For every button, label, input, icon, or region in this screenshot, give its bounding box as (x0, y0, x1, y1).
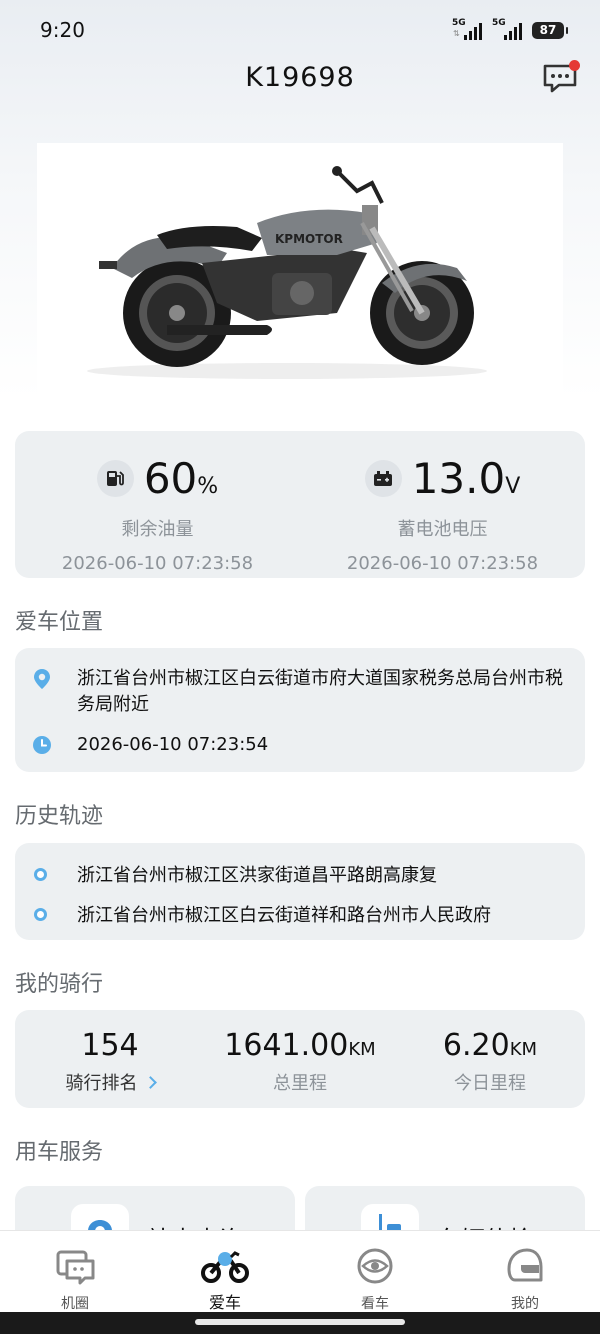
fuel-icon (96, 459, 134, 497)
ride-card: 154 骑行排名 1641.00KM 总里程 6.20KM 今日里程 (15, 1010, 585, 1108)
profile-helmet-icon (507, 1248, 543, 1282)
nav-tab-my-bike[interactable]: 爱车 (150, 1231, 300, 1313)
nav-tab-browse[interactable]: 看车 (300, 1231, 450, 1313)
nav-label: 爱车 (208, 1293, 241, 1312)
fuel-value: 60 (143, 453, 198, 503)
fuel-unit: % (197, 473, 219, 499)
bottom-nav: 机圈 爱车 看车 我的 (0, 1230, 600, 1312)
fuel-stat: 60% 剩余油量 2026-06-10 07:23:58 (15, 453, 300, 575)
history-card[interactable]: 浙江省台州市椒江区洪家街道昌平路朗高康复 浙江省台州市椒江区白云街道祥和路台州市… (15, 843, 585, 940)
nav-label: 看车 (361, 1296, 389, 1312)
page-title: K19698 (245, 62, 355, 93)
today-mileage-label: 今日里程 (454, 1073, 526, 1094)
ride-rank-value: 154 (81, 1028, 139, 1063)
motorcycle-illustration: KPMOTOR (87, 166, 487, 379)
location-pin-icon (34, 669, 50, 689)
location-section-title: 爱车位置 (15, 610, 104, 635)
today-mileage-unit: KM (509, 1039, 538, 1060)
fuel-timestamp: 2026-06-10 07:23:58 (61, 553, 254, 574)
battery-indicator: 87 (532, 21, 568, 39)
system-nav-area (0, 1312, 600, 1334)
motorcycle-image: KPMOTOR (37, 143, 563, 395)
total-mileage-unit: KM (348, 1039, 376, 1060)
location-time-row: 2026-06-10 07:23:54 (31, 732, 565, 758)
location-address-row: 浙江省台州市椒江区白云街道市府大道国家税务总局台州市税务局附近 (31, 666, 565, 718)
battery-stat: 13.0V 蓄电池电压 2026-06-10 07:23:58 (300, 453, 585, 575)
location-address: 浙江省台州市椒江区白云街道市府大道国家税务总局台州市税务局附近 (77, 668, 563, 715)
home-indicator[interactable] (195, 1319, 405, 1325)
status-time: 9:20 (40, 18, 85, 42)
location-card[interactable]: 浙江省台州市椒江区白云街道市府大道国家税务总局台州市税务局附近 2026-06-… (15, 648, 585, 772)
total-mileage: 1641.00KM 总里程 (205, 1028, 395, 1095)
community-icon (56, 1250, 95, 1285)
battery-icon (364, 459, 402, 497)
total-mileage-label: 总里程 (273, 1073, 327, 1094)
fuel-label: 剩余油量 (121, 519, 194, 540)
status-bar: 9:20 5G ⇅ 5G 87 (0, 0, 600, 60)
tank-brand-text: KPMOTOR (275, 232, 343, 246)
browse-bikes-icon (357, 1248, 393, 1284)
nav-label: 机圈 (61, 1296, 89, 1312)
chevron-right-icon (143, 1076, 157, 1089)
history-item[interactable]: 浙江省台州市椒江区白云街道祥和路台州市人民政府 (31, 901, 491, 927)
history-item-text: 浙江省台州市椒江区白云街道祥和路台州市人民政府 (77, 905, 491, 926)
nav-label: 我的 (511, 1296, 539, 1312)
notification-badge (569, 60, 580, 71)
today-mileage: 6.20KM 今日里程 (395, 1028, 585, 1095)
nav-tab-profile[interactable]: 我的 (450, 1231, 600, 1313)
clock-icon (33, 736, 51, 754)
ride-rank-label: 骑行排名 (65, 1073, 138, 1094)
data-arrows-icon: ⇅ (453, 29, 460, 38)
status-indicators: 5G ⇅ 5G 87 (452, 18, 568, 40)
battery-voltage-value: 13.0 (411, 453, 506, 503)
ride-section-title: 我的骑行 (15, 972, 104, 997)
total-mileage-value: 1641.00 (224, 1028, 349, 1063)
signal-icon: 5G ⇅ (452, 18, 482, 40)
history-section-title: 历史轨迹 (15, 804, 104, 829)
signal-icon: 5G (492, 18, 522, 40)
history-item[interactable]: 浙江省台州市椒江区洪家街道昌平路朗高康复 (31, 861, 437, 887)
today-mileage-value: 6.20 (442, 1028, 510, 1063)
location-timestamp: 2026-06-10 07:23:54 (77, 734, 269, 755)
battery-timestamp: 2026-06-10 07:23:58 (346, 553, 539, 574)
message-button[interactable] (542, 60, 580, 94)
battery-voltage-unit: V (505, 473, 521, 499)
status-card: 60% 剩余油量 2026-06-10 07:23:58 13.0V 蓄电池电压 (15, 431, 585, 578)
nav-tab-community[interactable]: 机圈 (0, 1231, 150, 1313)
my-bike-icon (201, 1251, 249, 1283)
ride-rank[interactable]: 154 骑行排名 (15, 1028, 205, 1095)
services-section-title: 用车服务 (15, 1140, 104, 1165)
history-dot-icon (34, 867, 47, 881)
history-dot-icon (34, 907, 47, 921)
battery-label: 蓄电池电压 (397, 519, 488, 540)
history-item-text: 浙江省台州市椒江区洪家街道昌平路朗高康复 (77, 865, 437, 886)
